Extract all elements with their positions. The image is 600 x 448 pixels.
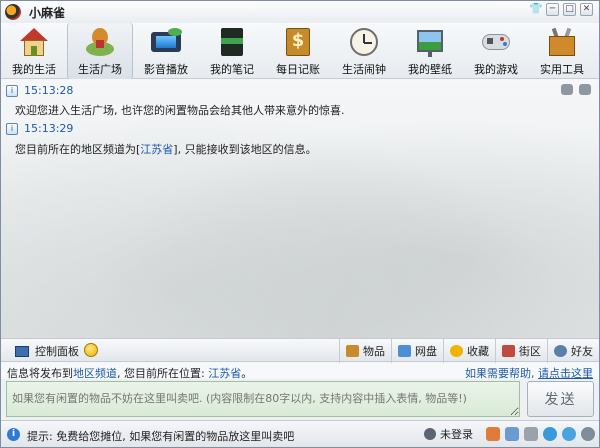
toolbar-item-media-player[interactable]: 影音播放 bbox=[133, 23, 199, 79]
tab-street[interactable]: 街区 bbox=[495, 339, 547, 363]
toolbar-label: 我的生活 bbox=[12, 63, 56, 76]
toolbar-item-daily-ledger[interactable]: $ 每日记账 bbox=[265, 23, 331, 79]
control-panel-button[interactable]: 控制面板 bbox=[15, 342, 79, 360]
message-info-icon: i bbox=[6, 84, 18, 97]
message-header: i 15:13:29 bbox=[6, 122, 73, 135]
gamepad-small-icon[interactable] bbox=[524, 427, 538, 441]
toolbar-label: 生活广场 bbox=[78, 63, 122, 76]
sparrow-logo-icon bbox=[5, 4, 21, 20]
main-toolbar: 我的生活 生活广场 影音播放 我的笔记 $ 每日记账 生活闹钟 我的壁纸 我的游 bbox=[1, 23, 599, 79]
tab-favorites[interactable]: 收藏 bbox=[443, 339, 495, 363]
info-icon: i bbox=[7, 428, 20, 441]
toolbar-item-my-life[interactable]: 我的生活 bbox=[1, 23, 67, 79]
tab-label: 物品 bbox=[363, 345, 385, 358]
tab-netdisk[interactable]: 网盘 bbox=[391, 339, 443, 363]
message-text-part: ], 只能接收到该地区的信息。 bbox=[173, 143, 317, 156]
toolbox-icon bbox=[546, 26, 578, 58]
status-bar: i 提示: 免费给您摊位, 如果您有闲置的物品放这里叫卖吧 未登录 bbox=[1, 422, 599, 447]
toolbar-label: 影音播放 bbox=[144, 63, 188, 76]
tab-friends[interactable]: 好友 bbox=[547, 339, 599, 363]
chart-icon[interactable] bbox=[486, 427, 500, 441]
status-tray: 未登录 bbox=[424, 426, 595, 442]
clock-icon bbox=[348, 26, 380, 58]
house-icon bbox=[18, 26, 50, 58]
message-text-part: 您目前所在的地区频道为[ bbox=[15, 143, 141, 156]
control-panel-label: 控制面板 bbox=[35, 345, 79, 358]
toolbar-item-alarm-clock[interactable]: 生活闹钟 bbox=[331, 23, 397, 79]
message-text: 欢迎您进入生活广场, 也许您的闲置物品会给其他人带来意外的惊喜. bbox=[15, 104, 345, 117]
star-icon bbox=[450, 345, 463, 357]
chat-bubbles-icon[interactable] bbox=[579, 84, 591, 95]
toolbar-item-life-plaza[interactable]: 生活广场 bbox=[67, 23, 133, 79]
settings-gear-icon[interactable] bbox=[581, 427, 595, 441]
app-title: 小麻雀 bbox=[29, 5, 66, 20]
tab-label: 网盘 bbox=[415, 345, 437, 358]
message-area[interactable]: i 15:13:28 欢迎您进入生活广场, 也许您的闲置物品会给其他人带来意外的… bbox=[1, 80, 599, 338]
message-area-tools bbox=[561, 84, 591, 95]
monitor-icon bbox=[15, 345, 29, 357]
bottom-tab-strip: 控制面板 物品 网盘 收藏 街区 好友 bbox=[1, 338, 599, 363]
login-status: 未登录 bbox=[440, 428, 473, 441]
gamepad-icon bbox=[480, 26, 512, 58]
skin-icon[interactable]: 👕 bbox=[529, 3, 543, 16]
film-icon bbox=[150, 26, 182, 58]
category-tabs: 物品 网盘 收藏 街区 好友 bbox=[339, 339, 599, 363]
globe-icon[interactable] bbox=[543, 427, 557, 441]
toolbar-label: 每日记账 bbox=[276, 63, 320, 76]
toolbar-label: 生活闹钟 bbox=[342, 63, 386, 76]
notebook-icon bbox=[216, 26, 248, 58]
message-time: 15:13:28 bbox=[24, 84, 74, 97]
window-controls: 👕 ─ □ ✕ bbox=[529, 3, 593, 16]
message-text: 您目前所在的地区频道为[江苏省], 只能接收到该地区的信息。 bbox=[15, 141, 317, 157]
toolbar-item-my-games[interactable]: 我的游戏 bbox=[463, 23, 529, 79]
friends-icon bbox=[554, 345, 567, 357]
people-icon[interactable] bbox=[505, 427, 519, 441]
main-window: 小麻雀 👕 ─ □ ✕ 我的生活 生活广场 影音播放 我的笔记 $ 每日记账 生… bbox=[0, 0, 600, 448]
wallpaper-icon bbox=[414, 26, 446, 58]
tab-label: 收藏 bbox=[467, 345, 489, 358]
toolbar-item-my-notes[interactable]: 我的笔记 bbox=[199, 23, 265, 79]
tip-text: 提示: 免费给您摊位, 如果您有闲置的物品放这里叫卖吧 bbox=[27, 430, 295, 443]
tab-label: 街区 bbox=[519, 345, 541, 358]
netdisk-icon bbox=[398, 345, 411, 357]
street-icon bbox=[502, 345, 515, 357]
network-icon[interactable] bbox=[562, 427, 576, 441]
plaza-icon bbox=[84, 26, 116, 58]
maximize-button[interactable]: □ bbox=[563, 3, 576, 16]
message-input[interactable] bbox=[6, 381, 520, 417]
login-button[interactable]: 未登录 bbox=[424, 426, 473, 442]
user-icon bbox=[424, 428, 436, 440]
toolbar-label: 我的笔记 bbox=[210, 63, 254, 76]
location-link[interactable]: 江苏省 bbox=[140, 143, 173, 156]
ledger-icon: $ bbox=[282, 26, 314, 58]
tab-goods[interactable]: 物品 bbox=[339, 339, 391, 363]
comment-icon[interactable] bbox=[561, 84, 573, 95]
publish-info-line: 信息将发布到地区频道, 您目前所在位置: 江苏省。 如果需要帮助, 请点击这里 bbox=[1, 363, 599, 380]
toolbar-item-wallpaper[interactable]: 我的壁纸 bbox=[397, 23, 463, 79]
goods-icon bbox=[346, 345, 359, 357]
message-info-icon: i bbox=[6, 122, 18, 135]
toolbar-label: 我的游戏 bbox=[474, 63, 518, 76]
send-button[interactable]: 发送 bbox=[527, 381, 594, 417]
close-button[interactable]: ✕ bbox=[580, 3, 593, 16]
message-header: i 15:13:28 bbox=[6, 84, 73, 97]
emoticon-icon[interactable] bbox=[84, 343, 98, 357]
toolbar-item-tools[interactable]: 实用工具 bbox=[529, 23, 595, 79]
toolbar-label: 我的壁纸 bbox=[408, 63, 452, 76]
compose-area: 发送 bbox=[1, 379, 599, 421]
title-bar: 小麻雀 👕 ─ □ ✕ bbox=[1, 1, 599, 23]
toolbar-label: 实用工具 bbox=[540, 63, 584, 76]
message-time: 15:13:29 bbox=[24, 122, 74, 135]
minimize-button[interactable]: ─ bbox=[546, 3, 559, 16]
tab-label: 好友 bbox=[571, 345, 593, 358]
